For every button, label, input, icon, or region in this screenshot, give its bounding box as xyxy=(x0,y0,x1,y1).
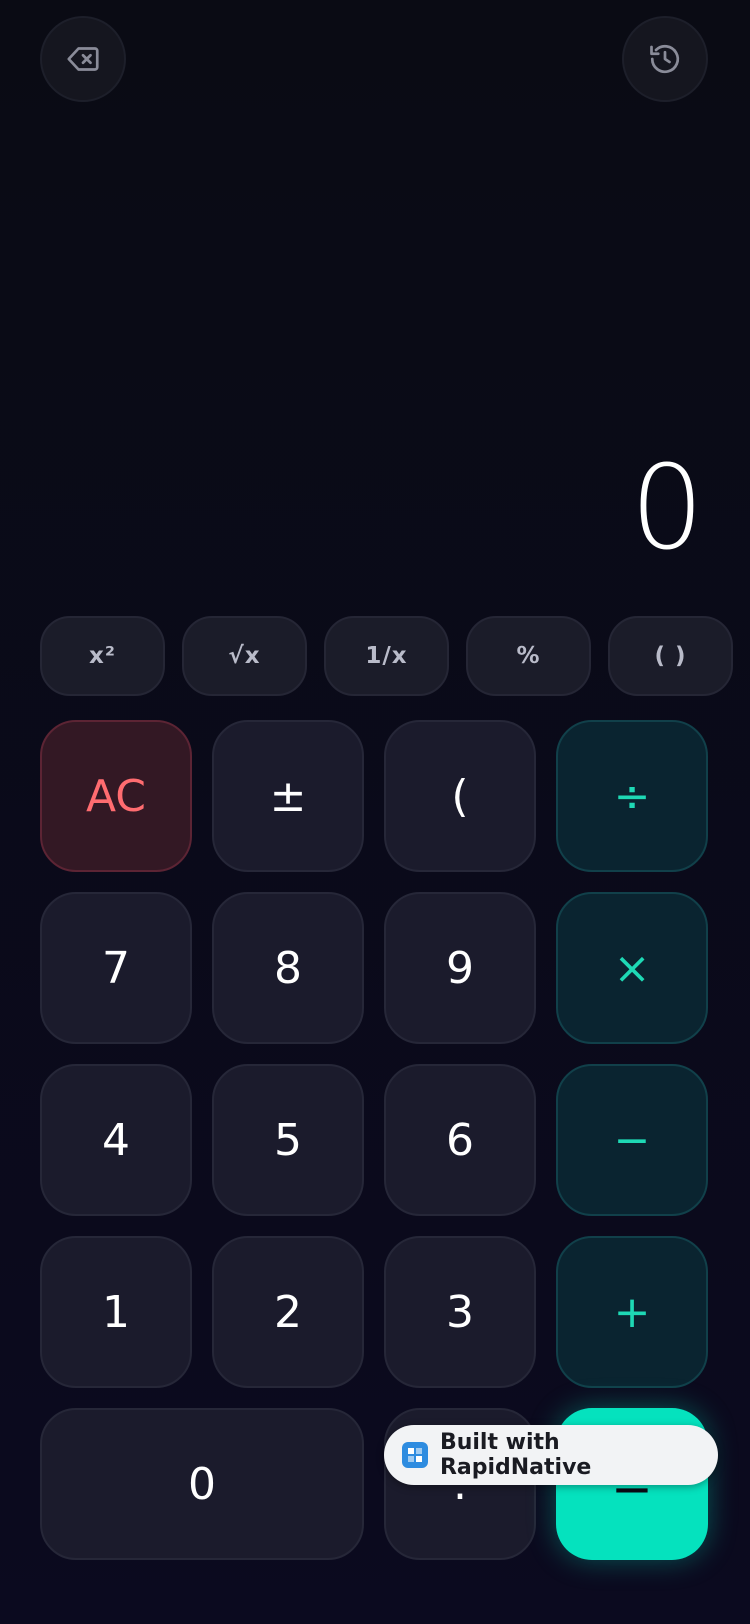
digit-6-button[interactable]: 6 xyxy=(384,1064,536,1216)
digit-0-button[interactable]: 0 xyxy=(40,1408,364,1560)
rapidnative-logo-icon xyxy=(402,1442,428,1468)
result-display: 0 xyxy=(630,441,704,576)
built-with-badge[interactable]: Built with RapidNative xyxy=(384,1425,718,1485)
badge-label: Built with RapidNative xyxy=(439,1430,592,1480)
digit-9-button[interactable]: 9 xyxy=(384,892,536,1044)
clear-button[interactable]: AC xyxy=(40,720,192,872)
digit-4-button[interactable]: 4 xyxy=(40,1064,192,1216)
backspace-button[interactable] xyxy=(40,16,126,102)
square-button[interactable]: x² xyxy=(40,616,165,696)
sqrt-button[interactable]: √x xyxy=(182,616,307,696)
reciprocal-button[interactable]: 1/x xyxy=(324,616,449,696)
digit-8-button[interactable]: 8 xyxy=(212,892,364,1044)
sign-toggle-button[interactable]: ± xyxy=(212,720,364,872)
divide-button[interactable]: ÷ xyxy=(556,720,708,872)
add-button[interactable]: + xyxy=(556,1236,708,1388)
percent-button[interactable]: % xyxy=(466,616,591,696)
multiply-button[interactable]: × xyxy=(556,892,708,1044)
history-button[interactable] xyxy=(622,16,708,102)
backspace-icon xyxy=(67,47,99,71)
digit-2-button[interactable]: 2 xyxy=(212,1236,364,1388)
digit-7-button[interactable]: 7 xyxy=(40,892,192,1044)
subtract-button[interactable]: − xyxy=(556,1064,708,1216)
digit-3-button[interactable]: 3 xyxy=(384,1236,536,1388)
open-paren-button[interactable]: ( xyxy=(384,720,536,872)
digit-5-button[interactable]: 5 xyxy=(212,1064,364,1216)
history-icon xyxy=(650,44,680,74)
digit-1-button[interactable]: 1 xyxy=(40,1236,192,1388)
parentheses-button[interactable]: ( ) xyxy=(608,616,733,696)
calculator-app: 0 x² √x 1/x % ( ) AC ± ( ÷ 7 8 9 × 4 5 6… xyxy=(0,0,750,1624)
